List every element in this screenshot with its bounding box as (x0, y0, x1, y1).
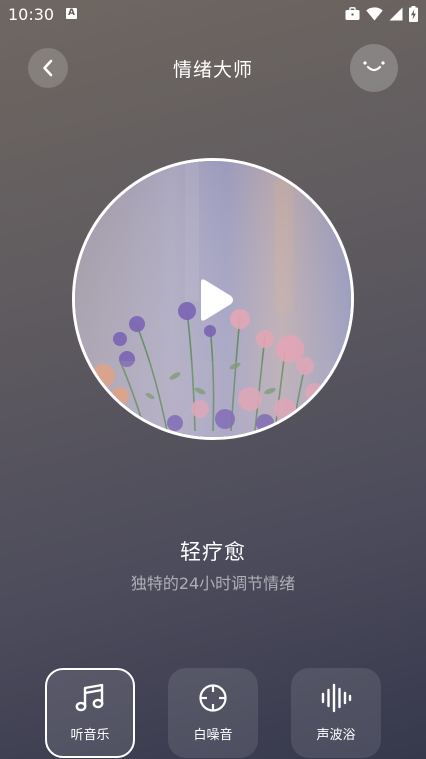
track-title: 轻疗愈 (180, 540, 246, 564)
status-icons (345, 6, 418, 22)
smile-face-icon (363, 61, 385, 72)
sound-wave-icon (321, 683, 352, 713)
tab-label: 白噪音 (193, 728, 233, 743)
tab-label: 声波浴 (316, 728, 356, 743)
play-icon (201, 279, 233, 321)
cell-signal-icon (389, 7, 403, 21)
music-note-icon (75, 683, 104, 712)
wifi-icon (366, 7, 383, 21)
tab-listen-music[interactable]: 听音乐 (45, 668, 135, 758)
mood-button[interactable] (350, 44, 398, 92)
tab-label: 听音乐 (70, 728, 110, 743)
briefcase-icon (345, 7, 360, 20)
battery-charging-icon (409, 6, 418, 22)
notification-icon: A (66, 8, 77, 19)
status-time: 10:30 (8, 5, 55, 24)
track-subtitle: 独特的24小时调节情绪 (130, 574, 296, 593)
tab-white-noise[interactable]: 白噪音 (168, 668, 258, 758)
status-bar: 10:30 A (0, 0, 426, 30)
crosshair-circle-icon (199, 684, 227, 712)
tab-sound-bath[interactable]: 声波浴 (291, 668, 381, 758)
play-button[interactable] (191, 276, 239, 324)
